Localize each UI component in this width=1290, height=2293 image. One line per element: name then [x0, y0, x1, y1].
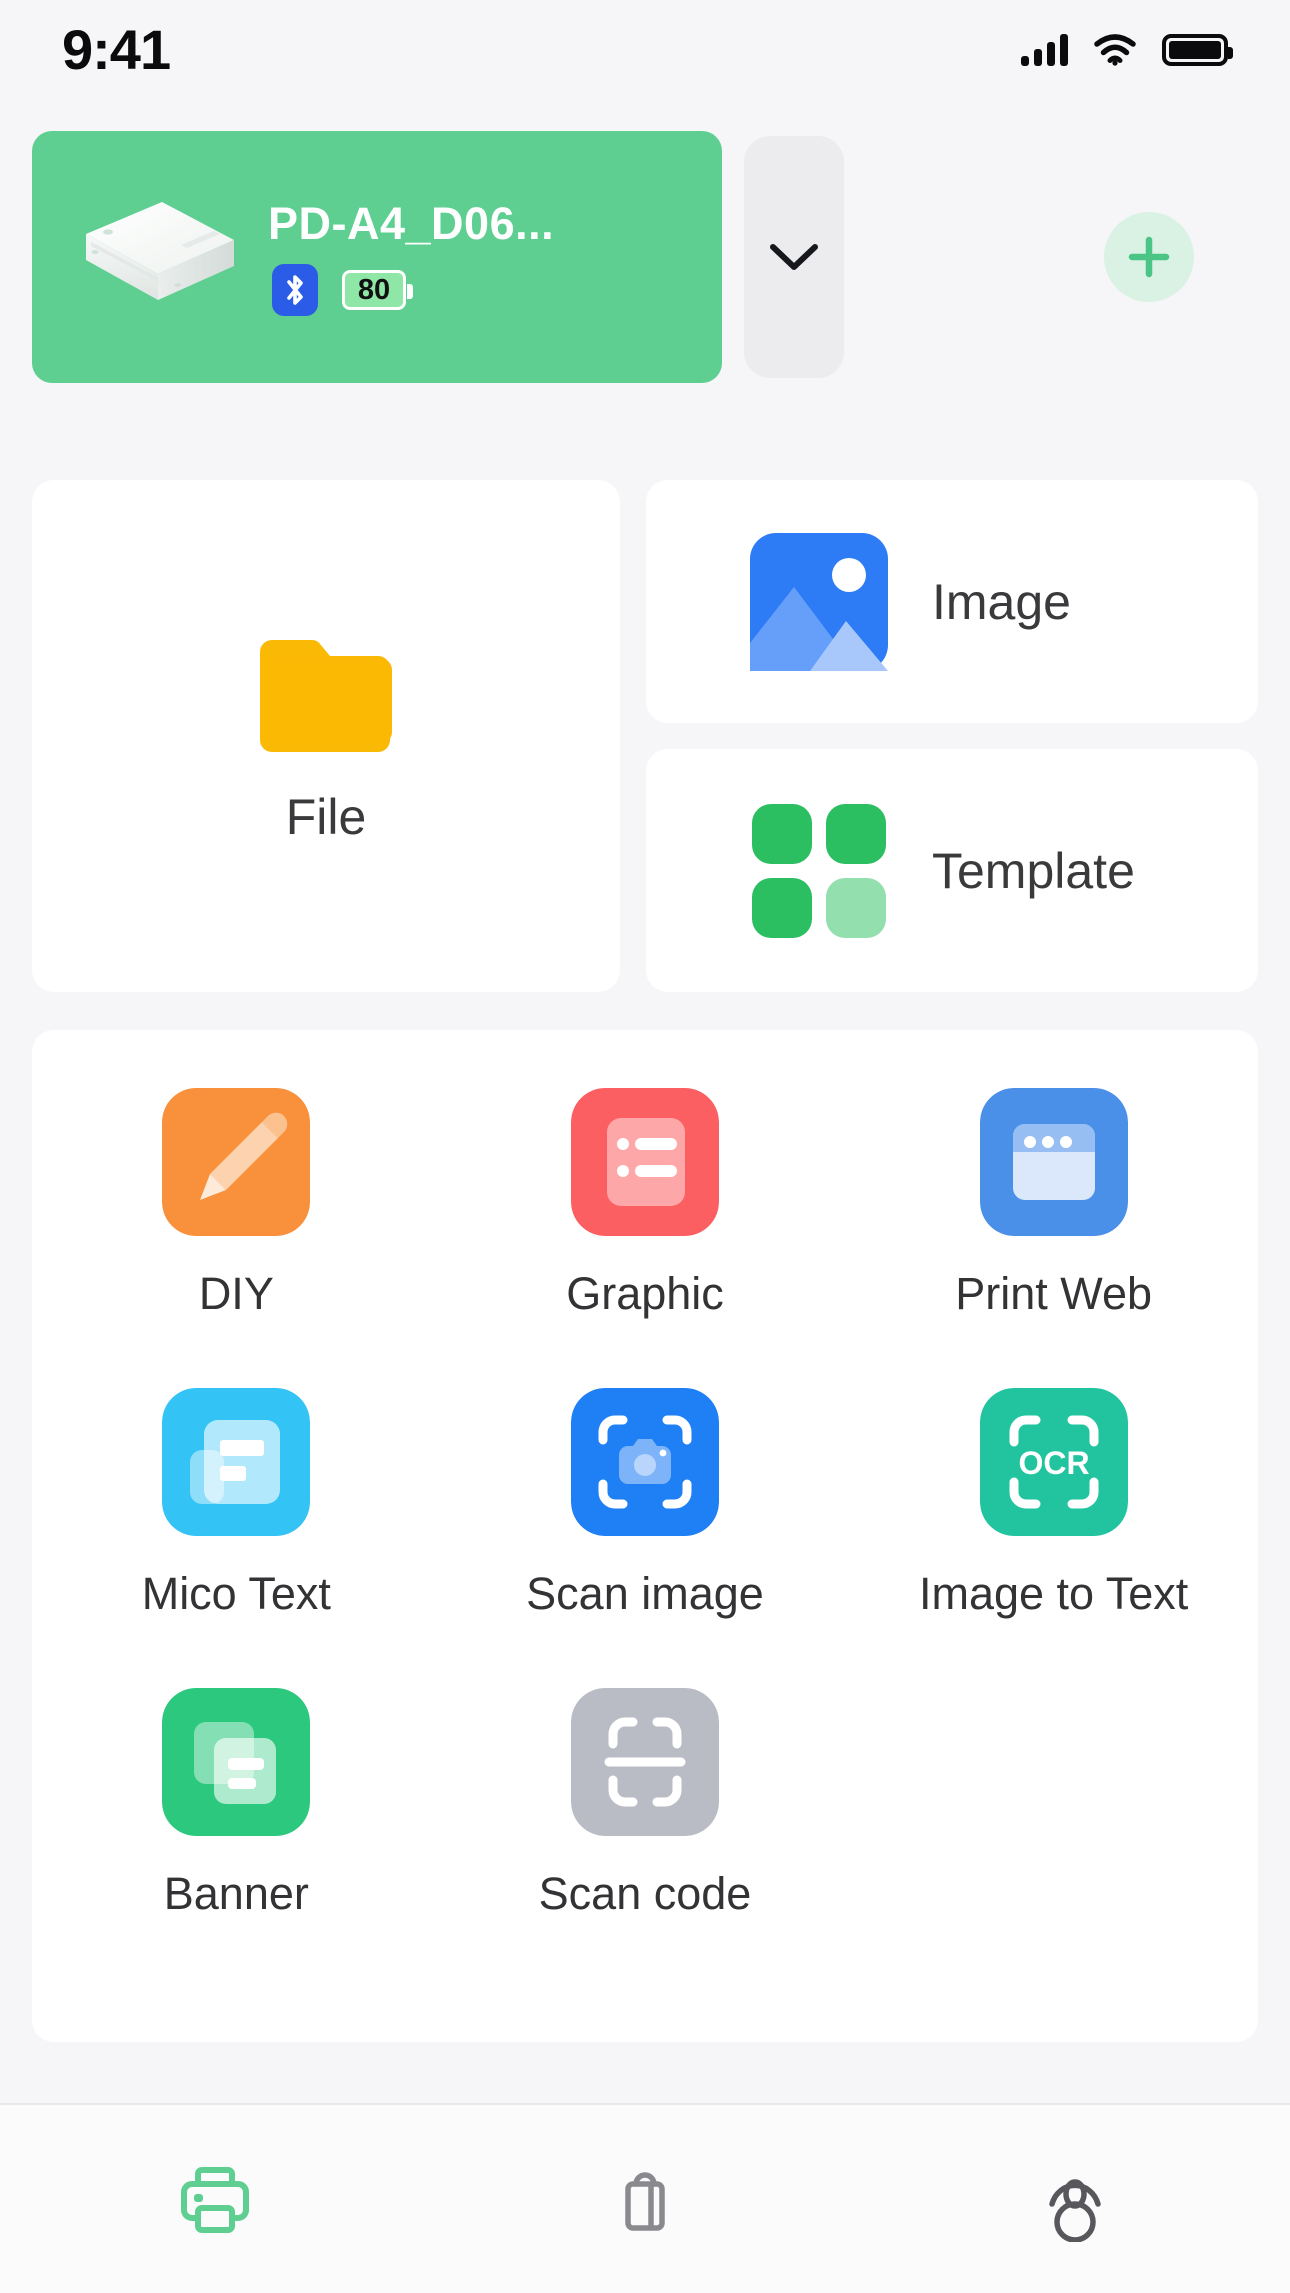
- tool-print-web[interactable]: Print Web: [849, 1088, 1258, 1320]
- tool-mico-text[interactable]: Mico Text: [32, 1388, 441, 1620]
- tools-grid: DIY Graphic Print Web Mico Text Scan ima…: [32, 1088, 1258, 1920]
- app-screen: 9:41 PD-A4_D06... 80 File Image Template…: [0, 0, 1290, 2293]
- scan-code-icon: [570, 1688, 719, 1836]
- portable-printer-illustration: [86, 202, 234, 300]
- tool-label: Scan image: [526, 1568, 764, 1619]
- quick-action-label: Template: [932, 842, 1135, 899]
- grid-four-icon: [752, 803, 886, 938]
- tool-diy[interactable]: DIY: [32, 1088, 441, 1320]
- tool-label: DIY: [198, 1268, 274, 1319]
- quick-actions-right-column: Image Template: [646, 480, 1258, 992]
- tool-graphic[interactable]: Graphic: [441, 1088, 850, 1320]
- bluetooth-icon: [272, 264, 318, 316]
- tool-label: Print Web: [955, 1268, 1153, 1319]
- svg-text:OCR: OCR: [1018, 1445, 1089, 1481]
- user-account-icon: [1049, 2179, 1101, 2242]
- cellular-signal-icon: [1021, 34, 1068, 66]
- connected-device-card[interactable]: PD-A4_D06... 80: [32, 131, 722, 383]
- bottom-tab-bar: [0, 2103, 1290, 2293]
- tool-image-to-text[interactable]: OCR Image to Text: [849, 1388, 1258, 1620]
- device-header-row: PD-A4_D06... 80: [0, 128, 1290, 386]
- device-battery-badge: 80: [342, 270, 413, 310]
- wifi-icon: [1094, 34, 1136, 66]
- plus-icon: [1128, 236, 1170, 278]
- printer-icon: [181, 2167, 249, 2233]
- chevron-down-icon: [770, 244, 818, 270]
- tool-label: Banner: [163, 1868, 309, 1919]
- quick-action-file[interactable]: File: [32, 480, 620, 992]
- tool-label: Scan code: [538, 1868, 752, 1919]
- device-name: PD-A4_D06...: [268, 198, 555, 249]
- device-info: PD-A4_D06... 80: [268, 198, 554, 316]
- tool-scan-code[interactable]: Scan code: [441, 1688, 850, 1920]
- browser-window-icon: [979, 1088, 1128, 1236]
- tool-label: Graphic: [566, 1268, 724, 1319]
- quick-action-image[interactable]: Image: [646, 480, 1258, 723]
- battery-full-icon: [1162, 34, 1233, 66]
- tool-scan-image[interactable]: Scan image: [441, 1388, 850, 1620]
- quick-actions-section: File Image Template: [32, 480, 1258, 992]
- picture-icon: [750, 532, 888, 671]
- banner-pages-icon: [162, 1688, 311, 1836]
- tab-profile[interactable]: [860, 2156, 1290, 2242]
- tool-banner[interactable]: Banner: [32, 1688, 441, 1920]
- device-list-expand-button[interactable]: [744, 136, 844, 378]
- ocr-scan-icon: OCR: [979, 1388, 1128, 1536]
- status-bar: 9:41: [0, 0, 1290, 100]
- status-bar-clock: 9:41: [62, 18, 171, 81]
- quick-action-label: Image: [932, 573, 1071, 630]
- tool-label: Image to Text: [918, 1568, 1189, 1619]
- tool-label: Mico Text: [141, 1568, 331, 1619]
- quick-action-label: File: [285, 789, 367, 845]
- add-device-button[interactable]: [1104, 212, 1194, 302]
- tools-section: DIY Graphic Print Web Mico Text Scan ima…: [32, 1030, 1258, 2042]
- quick-action-template[interactable]: Template: [646, 749, 1258, 992]
- pencil-icon: [162, 1088, 311, 1236]
- device-battery-level: 80: [357, 273, 391, 306]
- tab-shop[interactable]: [430, 2156, 860, 2242]
- folder-icon: [260, 640, 392, 752]
- document-text-icon: [162, 1388, 311, 1536]
- list-card-icon: [570, 1088, 719, 1236]
- scan-camera-icon: [570, 1388, 719, 1536]
- shopping-bag-icon: [625, 2172, 665, 2231]
- status-bar-icons: [1021, 34, 1233, 66]
- tab-printer[interactable]: [0, 2156, 430, 2242]
- device-status-badges: 80: [268, 264, 413, 316]
